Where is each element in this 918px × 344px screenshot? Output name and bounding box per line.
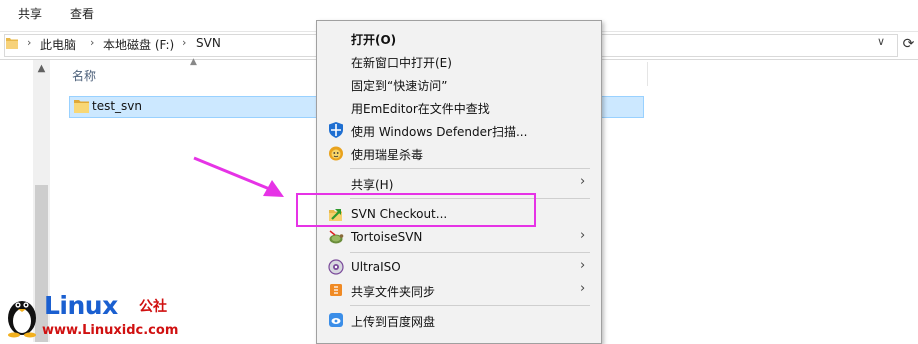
menu-item-label: UltraISO bbox=[351, 260, 401, 274]
breadcrumb-separator[interactable]: › bbox=[27, 36, 31, 49]
context-menu: 打开(O) 在新窗口中打开(E) 固定到“快速访问” 用EmEditor在文件中… bbox=[316, 20, 602, 344]
annotation-highlight-box bbox=[296, 193, 536, 227]
watermark-brand: Linux bbox=[44, 291, 118, 320]
refresh-icon[interactable]: ⟳ bbox=[899, 32, 918, 56]
folder-icon bbox=[74, 100, 89, 113]
ultraiso-icon bbox=[328, 259, 344, 275]
watermark-logo: Linux 公社 www.Linuxidc.com bbox=[0, 290, 190, 342]
breadcrumb-separator[interactable]: › bbox=[90, 36, 94, 49]
tortoisesvn-icon bbox=[329, 230, 344, 244]
menu-item-emeditor-search[interactable]: 用EmEditor在文件中查找 bbox=[317, 96, 601, 119]
menu-item-baidu-netdisk[interactable]: 上传到百度网盘 bbox=[317, 309, 601, 332]
file-name: test_svn bbox=[92, 99, 143, 113]
submenu-arrow-icon: › bbox=[580, 258, 586, 273]
windows-defender-icon bbox=[329, 122, 343, 138]
menu-item-label: TortoiseSVN bbox=[351, 230, 423, 244]
folder-icon bbox=[6, 38, 18, 49]
menu-item-open[interactable]: 打开(O) bbox=[317, 27, 601, 50]
menu-item-tortoisesvn[interactable]: TortoiseSVN › bbox=[317, 226, 601, 249]
menu-item-label: 上传到百度网盘 bbox=[351, 315, 436, 329]
breadcrumb-svn[interactable]: SVN bbox=[196, 36, 221, 50]
menu-item-share[interactable]: 共享(H) › bbox=[317, 172, 601, 195]
sort-ascending-icon: ▲ bbox=[190, 57, 197, 67]
rising-antivirus-icon bbox=[329, 146, 343, 161]
watermark-brand-suffix: 公社 bbox=[139, 299, 167, 315]
menu-item-folder-sync[interactable]: 共享文件夹同步 › bbox=[317, 279, 601, 302]
submenu-arrow-icon: › bbox=[580, 174, 586, 189]
tux-penguin-icon bbox=[8, 301, 36, 338]
folder-sync-icon bbox=[330, 284, 342, 296]
scroll-up-icon[interactable]: ▲ bbox=[33, 63, 50, 74]
menu-item-rising-antivirus[interactable]: 使用瑞星杀毒 bbox=[317, 142, 601, 165]
menu-item-label: 共享(H) bbox=[351, 178, 394, 192]
submenu-arrow-icon: › bbox=[580, 281, 586, 296]
menu-item-pin-quick-access[interactable]: 固定到“快速访问” bbox=[317, 73, 601, 96]
watermark-url: www.Linuxidc.com bbox=[42, 323, 179, 338]
menu-item-label: 使用 Windows Defender扫描... bbox=[351, 125, 528, 139]
menu-item-ultraiso[interactable]: UltraISO › bbox=[317, 256, 601, 279]
menu-separator bbox=[350, 168, 590, 169]
address-dropdown-icon[interactable]: ∨ bbox=[877, 35, 885, 48]
menu-item-open-new-window[interactable]: 在新窗口中打开(E) bbox=[317, 50, 601, 73]
menu-item-label: 在新窗口中打开(E) bbox=[351, 56, 452, 70]
menu-item-label: 打开(O) bbox=[351, 33, 397, 47]
breadcrumb-separator[interactable]: › bbox=[182, 36, 186, 49]
menu-item-label: 固定到“快速访问” bbox=[351, 79, 448, 93]
tab-share[interactable]: 共享 bbox=[18, 5, 42, 22]
menu-item-label: 共享文件夹同步 bbox=[351, 285, 436, 299]
submenu-arrow-icon: › bbox=[580, 228, 586, 243]
menu-item-label: 使用瑞星杀毒 bbox=[351, 148, 424, 162]
breadcrumb-local-disk[interactable]: 本地磁盘 (F:) bbox=[103, 36, 174, 53]
menu-item-label: 用EmEditor在文件中查找 bbox=[351, 102, 490, 116]
column-divider[interactable] bbox=[647, 62, 648, 86]
baidu-netdisk-icon bbox=[329, 313, 343, 327]
breadcrumb-this-pc[interactable]: 此电脑 bbox=[40, 36, 76, 53]
tab-view[interactable]: 查看 bbox=[70, 5, 94, 22]
annotation-arrow-icon bbox=[193, 156, 284, 197]
menu-separator bbox=[350, 252, 590, 253]
menu-item-defender-scan[interactable]: 使用 Windows Defender扫描... bbox=[317, 119, 601, 142]
menu-separator bbox=[350, 305, 590, 306]
column-header-name[interactable]: 名称 bbox=[72, 67, 96, 84]
